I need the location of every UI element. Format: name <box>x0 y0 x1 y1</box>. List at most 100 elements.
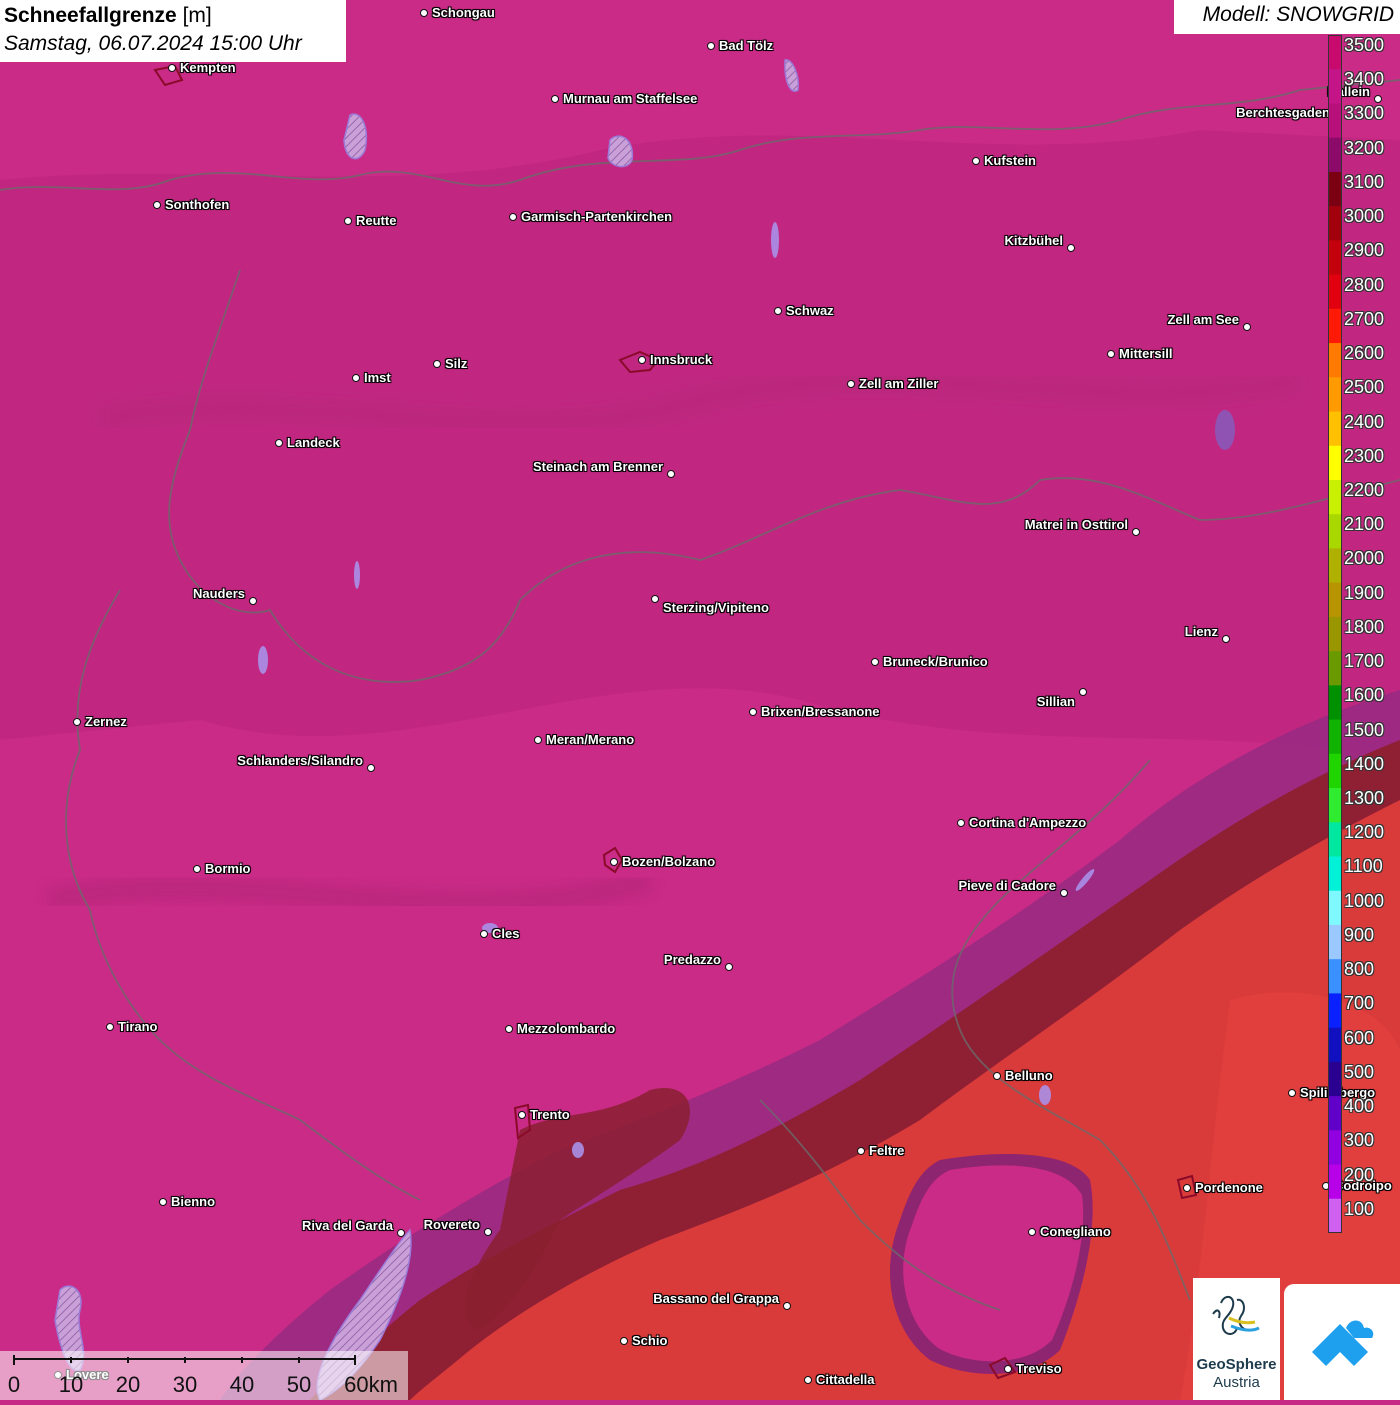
city-marker <box>505 1025 513 1033</box>
legend-label: 2700 <box>1344 308 1385 329</box>
city-label: Landeck <box>287 435 340 450</box>
city-label: Cles <box>492 926 520 941</box>
geosphere-logo-name: GeoSphere <box>1196 1356 1277 1373</box>
legend-label: 200 <box>1344 1164 1375 1185</box>
legend-label: 1300 <box>1344 788 1385 809</box>
legend-label: 600 <box>1344 1027 1375 1048</box>
city-label: Bienno <box>171 1194 216 1209</box>
city-label: Reutte <box>356 213 397 228</box>
city-marker <box>957 819 965 827</box>
city-marker <box>774 307 782 315</box>
city-marker <box>707 42 715 50</box>
legend-swatch <box>1328 582 1342 618</box>
legend-swatch <box>1328 479 1342 515</box>
legend-swatch <box>1328 377 1342 413</box>
legend-label: 1400 <box>1344 753 1385 774</box>
legend-label: 3100 <box>1344 171 1385 192</box>
legend-label: 1800 <box>1344 616 1385 637</box>
legend-swatch <box>1328 548 1342 584</box>
geosphere-logo[interactable]: GeoSphere Austria <box>1193 1278 1280 1400</box>
city-label: Steinach am Brenner <box>532 459 663 474</box>
city-marker <box>667 470 675 478</box>
legend-label: 400 <box>1344 1096 1375 1117</box>
legend-swatch <box>1328 993 1342 1029</box>
legend-label: 3500 <box>1344 35 1385 55</box>
city-label: Zernez <box>85 714 127 729</box>
legend-swatch <box>1328 137 1342 173</box>
legend-swatch <box>1328 959 1342 994</box>
city-marker <box>509 213 517 221</box>
city-label: Kempten <box>180 60 236 75</box>
city-marker <box>1132 528 1140 536</box>
legend-label: 2100 <box>1344 514 1385 535</box>
legend-label: 3400 <box>1344 69 1385 90</box>
legend-label: 1500 <box>1344 719 1385 740</box>
city-label: Kitzbühel <box>1004 233 1064 248</box>
legend-label: 1200 <box>1344 822 1385 843</box>
legend-swatch <box>1328 1198 1342 1233</box>
city-marker <box>1222 635 1230 643</box>
legend-label: 3300 <box>1344 103 1385 124</box>
legend-swatch <box>1328 822 1342 857</box>
city-label: Nauders <box>192 586 245 601</box>
legend-label: 900 <box>1344 924 1375 945</box>
scale-label: 60km <box>344 1372 398 1397</box>
city-marker <box>420 9 428 17</box>
legend-swatch <box>1328 308 1342 344</box>
city-marker <box>1004 1365 1012 1373</box>
city-label: Lienz <box>1184 624 1218 639</box>
city-label: Silz <box>445 356 468 371</box>
legend-swatch <box>1328 890 1342 926</box>
legend-label: 1600 <box>1344 685 1385 706</box>
legend-swatch <box>1328 856 1342 892</box>
city-label: Conegliano <box>1040 1224 1111 1239</box>
city-label: Garmisch-Partenkirchen <box>521 209 673 224</box>
scale-label: 20 <box>115 1372 141 1397</box>
model-label: Modell: SNOWGRID <box>1174 0 1400 34</box>
legend-label: 2800 <box>1344 274 1385 295</box>
legend-label: 3200 <box>1344 137 1385 158</box>
legend-swatch <box>1328 103 1342 139</box>
legend-label: 2000 <box>1344 548 1385 569</box>
legend-swatch <box>1328 616 1342 652</box>
legend-swatch <box>1328 206 1342 241</box>
city-label: Schlanders/Silandro <box>237 753 363 768</box>
city-label: Pieve di Cadore <box>958 878 1056 893</box>
city-label: Zell am See <box>1167 312 1239 327</box>
city-marker <box>1183 1184 1191 1192</box>
city-marker <box>1243 323 1251 331</box>
city-marker <box>1374 95 1382 103</box>
city-label: Bassano del Grappa <box>653 1291 779 1306</box>
city-label: Mezzolombardo <box>517 1021 616 1036</box>
title-box: Schneefallgrenze [m] Samstag, 06.07.2024… <box>0 0 346 62</box>
app-logo[interactable] <box>1284 1284 1400 1400</box>
forecast-datetime: Samstag, 06.07.2024 15:00 Uhr <box>4 32 302 55</box>
city-label: Feltre <box>869 1143 905 1158</box>
city-marker <box>857 1147 865 1155</box>
app-logo-icon <box>1312 1320 1374 1366</box>
legend-label: 1100 <box>1344 856 1383 877</box>
legend-swatch <box>1328 788 1342 823</box>
legend-label: 2900 <box>1344 240 1385 261</box>
city-marker <box>397 1229 405 1237</box>
city-marker <box>1288 1089 1296 1097</box>
city-marker <box>725 963 733 971</box>
legend-label: 100 <box>1344 1198 1375 1219</box>
city-label: Schongau <box>432 5 495 20</box>
legend-swatch <box>1328 411 1342 447</box>
legend-label: 500 <box>1344 1061 1375 1082</box>
legend-label: 2600 <box>1344 343 1385 364</box>
scale-label: 50 <box>286 1372 312 1397</box>
title-unit: [m] <box>182 4 212 27</box>
city-label: Cortina d'Ampezzo <box>969 815 1087 830</box>
city-marker <box>367 764 375 772</box>
legend-label: 2400 <box>1344 411 1385 432</box>
city-label: Trento <box>530 1107 570 1122</box>
page-title: Schneefallgrenze [m] <box>4 2 342 30</box>
city-marker <box>484 1228 492 1236</box>
city-label: Innsbruck <box>650 352 713 367</box>
city-marker <box>193 865 201 873</box>
scale-label: 40 <box>229 1372 255 1397</box>
legend-swatch <box>1328 1096 1342 1131</box>
city-marker <box>1107 350 1115 358</box>
